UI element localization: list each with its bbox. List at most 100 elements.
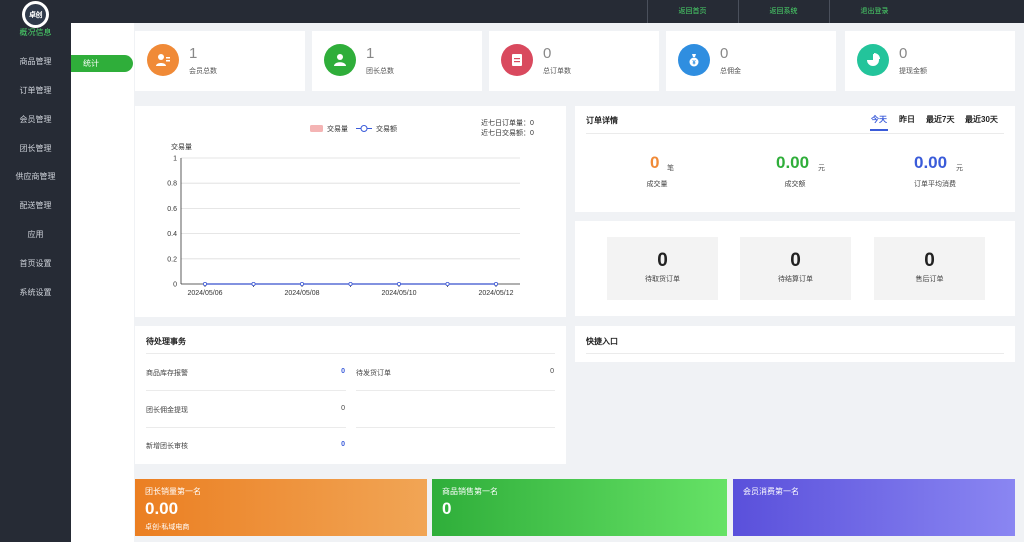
pending-settle-box[interactable]: 0 待结算订单 [740, 237, 851, 300]
divider [356, 427, 555, 428]
avg-order-unit: 元 [956, 165, 963, 172]
y-tick-label: 0 [173, 282, 177, 289]
divider [146, 427, 346, 428]
tab-yesterday[interactable]: 昨日 [899, 114, 915, 125]
stat-card-withdraw: 0 提现金额 [845, 31, 1015, 91]
subnav-item-stats[interactable]: 统计 [71, 55, 133, 72]
sidebar-item-orders[interactable]: 订单管理 [0, 81, 71, 101]
trade-chart: 交易量 0 0.2 0.4 0.6 0.8 1 2024/05/06 2024/05/08 202… [167, 118, 534, 297]
stat-card-leaders: 1 团长总数 [312, 31, 482, 91]
pending-pickup-value: 0 [657, 250, 668, 271]
stat-label: 会员总数 [189, 68, 217, 75]
rank-title: 团长销量第一名 [145, 487, 201, 496]
stat-value: 1 [366, 45, 375, 62]
after-sale-label: 售后订单 [915, 276, 944, 283]
y-tick-label: 1 [173, 156, 177, 163]
y-tick-label: 0.2 [167, 256, 177, 263]
tasks-card: 待处理事务 商品库存报警 0 团长佣金提现 0 新增团长审核 0 待发货订单 0 [135, 326, 566, 464]
y-tick-label: 0.4 [167, 231, 177, 238]
task-withdraw-value: 0 [341, 405, 345, 412]
task-stock-alert-label[interactable]: 商品库存报警 [146, 368, 188, 378]
sidebar-item-leaders[interactable]: 团长管理 [0, 139, 71, 159]
pending-settle-value: 0 [790, 250, 801, 271]
sidebar-item-apps[interactable]: 应用 [0, 225, 71, 245]
logo-text: 卓创 [25, 4, 46, 25]
task-to-ship-value: 0 [550, 368, 554, 375]
data-point [203, 281, 208, 286]
after-sale-box[interactable]: 0 售后订单 [874, 237, 985, 300]
sidebar-item-suppliers[interactable]: 供应商管理 [0, 167, 71, 187]
back-system-link[interactable]: 返回系统 [738, 0, 828, 23]
order-detail-title: 订单详情 [586, 116, 618, 125]
task-withdraw-label[interactable]: 团长佣金提现 [146, 405, 188, 415]
legend-marker [360, 125, 368, 132]
x-tick-label: 2024/05/08 [284, 290, 319, 297]
back-home-link[interactable]: 返回首页 [647, 0, 737, 23]
tasks-title: 待处理事务 [146, 337, 186, 346]
rank-value: 0.00 [145, 499, 179, 518]
tab-today[interactable]: 今天 [871, 114, 887, 125]
task-new-leader-label[interactable]: 新增团长审核 [146, 441, 188, 451]
divider [586, 353, 1004, 354]
legend-swatch-volume [310, 125, 323, 132]
pending-settle-label: 待结算订单 [778, 276, 813, 283]
pending-pickup-label: 待取货订单 [645, 276, 680, 283]
data-point [251, 281, 256, 286]
sub-nav: 统计 [71, 23, 134, 542]
tab-30days[interactable]: 最近30天 [965, 114, 998, 125]
stat-label: 提现金额 [899, 68, 927, 75]
deal-amount-unit: 元 [818, 165, 825, 172]
stat-card-orders: 0 总订单数 [489, 31, 659, 91]
data-point [493, 281, 498, 286]
rank-product-sales[interactable]: 商品销售第一名 0 [432, 479, 727, 536]
sidebar-item-system[interactable]: 系统设置 [0, 283, 71, 303]
data-point [396, 281, 401, 286]
stat-value: 0 [543, 45, 552, 62]
after-sale-value: 0 [924, 250, 935, 271]
y-tick-label: 0.8 [167, 181, 177, 188]
stat-card-members: 1 会员总数 [135, 31, 305, 91]
divider [586, 133, 1004, 134]
tab-7days[interactable]: 最近7天 [926, 114, 954, 125]
x-tick-label: 2024/05/10 [381, 290, 416, 297]
member-icon [147, 44, 179, 76]
summary-text: 近七日交易额：0 [481, 128, 534, 137]
tab-active-indicator [870, 129, 888, 131]
divider [356, 390, 555, 391]
stat-label: 总佣金 [720, 68, 741, 75]
deal-count-unit: 笔 [667, 165, 674, 172]
divider [146, 353, 555, 354]
top-bar: 返回首页 返回系统 退出登录 [71, 0, 1024, 23]
rank-title: 商品销售第一名 [442, 487, 498, 496]
rank-title: 会员消费第一名 [743, 487, 799, 496]
deal-amount-label: 成交额 [784, 181, 806, 188]
y-tick-label: 0.6 [167, 206, 177, 213]
task-stock-alert-value: 0 [341, 368, 345, 375]
data-point [299, 281, 304, 286]
deal-count-value: 0 [650, 153, 660, 172]
chart-card: 交易量 0 0.2 0.4 0.6 0.8 1 2024/05/06 2024/05/08 202… [135, 106, 566, 317]
sidebar-item-products[interactable]: 商品管理 [0, 52, 71, 72]
deal-amount-value: 0.00 [776, 153, 810, 172]
x-tick-label: 2024/05/06 [187, 290, 222, 297]
stat-value: 0 [720, 45, 729, 62]
deal-count-label: 成交量 [646, 181, 668, 188]
order-status-card: 0 待取货订单 0 待结算订单 0 售后订单 [575, 221, 1015, 316]
pie-icon [857, 44, 889, 76]
rank-sub: 卓创-私域电商 [145, 524, 190, 531]
sidebar: 卓创 概况信息 商品管理 订单管理 会员管理 团长管理 供应商管理 配送管理 应… [0, 0, 71, 542]
avg-order-value: 0.00 [914, 153, 948, 172]
sidebar-item-overview[interactable]: 概况信息 [0, 23, 71, 43]
legend-label: 交易量 [327, 124, 348, 133]
sidebar-item-homepage[interactable]: 首页设置 [0, 254, 71, 274]
leader-icon [324, 44, 356, 76]
rank-member-spend[interactable]: 会员消费第一名 [733, 479, 1015, 536]
sidebar-item-delivery[interactable]: 配送管理 [0, 196, 71, 216]
task-to-ship-label[interactable]: 待发货订单 [356, 368, 391, 378]
rank-leader-sales[interactable]: 团长销量第一名 0.00 卓创-私域电商 [135, 479, 427, 536]
sidebar-item-members[interactable]: 会员管理 [0, 110, 71, 130]
pending-pickup-box[interactable]: 0 待取货订单 [607, 237, 718, 300]
stat-label: 团长总数 [366, 68, 394, 75]
logout-link[interactable]: 退出登录 [829, 0, 919, 23]
divider [146, 390, 346, 391]
